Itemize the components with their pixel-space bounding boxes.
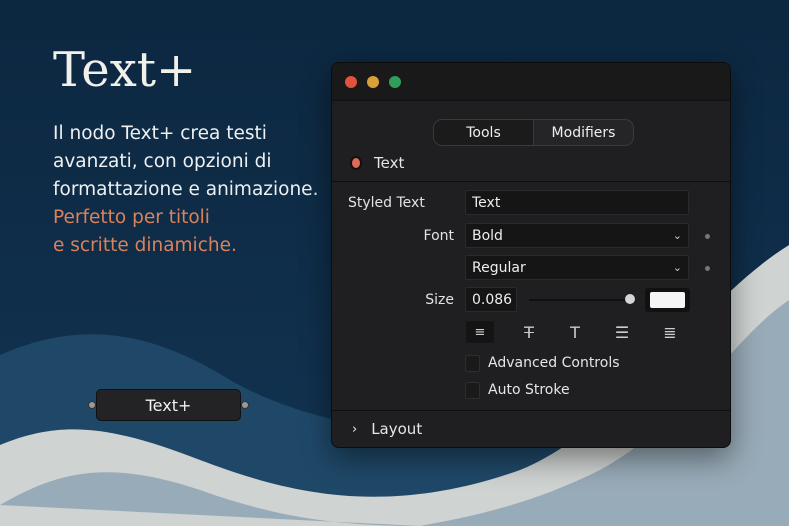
chevron-down-icon: ⌄ (672, 229, 682, 242)
maximize-button[interactable] (389, 76, 401, 88)
minimize-button[interactable] (367, 76, 379, 88)
layout-section-toggle[interactable]: › Layout (352, 420, 422, 438)
styled-text-label: Styled Text (348, 195, 425, 211)
color-swatch[interactable] (645, 288, 690, 312)
font-style-select[interactable]: Regular ⌄ (465, 255, 689, 280)
font-family-select[interactable]: Bold ⌄ (465, 223, 689, 248)
hero-accent-line: e scritte dinamiche. (53, 235, 237, 256)
chevron-down-icon: ⌄ (672, 261, 682, 274)
divider (332, 410, 730, 411)
divider (332, 181, 730, 182)
tab-tools[interactable]: Tools (434, 120, 534, 145)
layout-section-label: Layout (371, 420, 423, 438)
align-left-icon[interactable]: ☰ (608, 321, 636, 343)
font-style-value: Regular (472, 259, 526, 276)
auto-stroke-label: Auto Stroke (488, 382, 570, 398)
size-input[interactable]: 0.086 (465, 287, 517, 312)
close-button[interactable] (345, 76, 357, 88)
tool-color-icon (352, 158, 360, 168)
justify-icon[interactable]: ≣ (656, 321, 684, 343)
styled-text-value: Text (472, 194, 501, 211)
size-value: 0.086 (472, 291, 513, 308)
tab-modifiers[interactable]: Modifiers (534, 120, 633, 145)
tool-header: Text (352, 154, 404, 172)
tool-name: Text (374, 154, 405, 172)
hero-accent-line: Perfetto per titoli (53, 207, 210, 228)
text-t-icon[interactable]: T (561, 321, 589, 343)
title-bar (332, 63, 730, 101)
text-plus-node[interactable]: Text+ (88, 389, 249, 421)
size-slider-handle[interactable] (625, 294, 635, 304)
hero-line: Il nodo Text+ crea testi (53, 123, 267, 144)
auto-stroke-checkbox[interactable] (465, 382, 480, 399)
inspector-window: Tools Modifiers Text Styled Text Text Fo… (331, 62, 731, 448)
hero-title: Text+ (53, 42, 197, 98)
advanced-controls-checkbox[interactable] (465, 355, 480, 372)
keyframe-dot-icon[interactable] (705, 266, 710, 271)
align-center-icon[interactable]: ≡ (466, 321, 494, 343)
size-label: Size (425, 292, 454, 308)
hero-description: Il nodo Text+ crea testi avanzati, con o… (53, 120, 318, 260)
advanced-controls-label: Advanced Controls (488, 355, 620, 371)
keyframe-dot-icon[interactable] (705, 234, 710, 239)
tab-bar: Tools Modifiers (433, 119, 634, 146)
font-label: Font (423, 228, 454, 244)
size-slider[interactable] (529, 299, 629, 301)
hero-line: formattazione e animazione. (53, 179, 319, 200)
strikethrough-icon[interactable]: T (515, 321, 543, 343)
color-fill (650, 292, 685, 308)
hero-line: avanzati, con opzioni di (53, 151, 272, 172)
styled-text-input[interactable]: Text (465, 190, 689, 215)
chevron-right-icon: › (352, 421, 358, 437)
input-port[interactable] (88, 401, 96, 409)
font-family-value: Bold (472, 227, 503, 244)
node-label: Text+ (145, 395, 192, 415)
output-port[interactable] (241, 401, 249, 409)
